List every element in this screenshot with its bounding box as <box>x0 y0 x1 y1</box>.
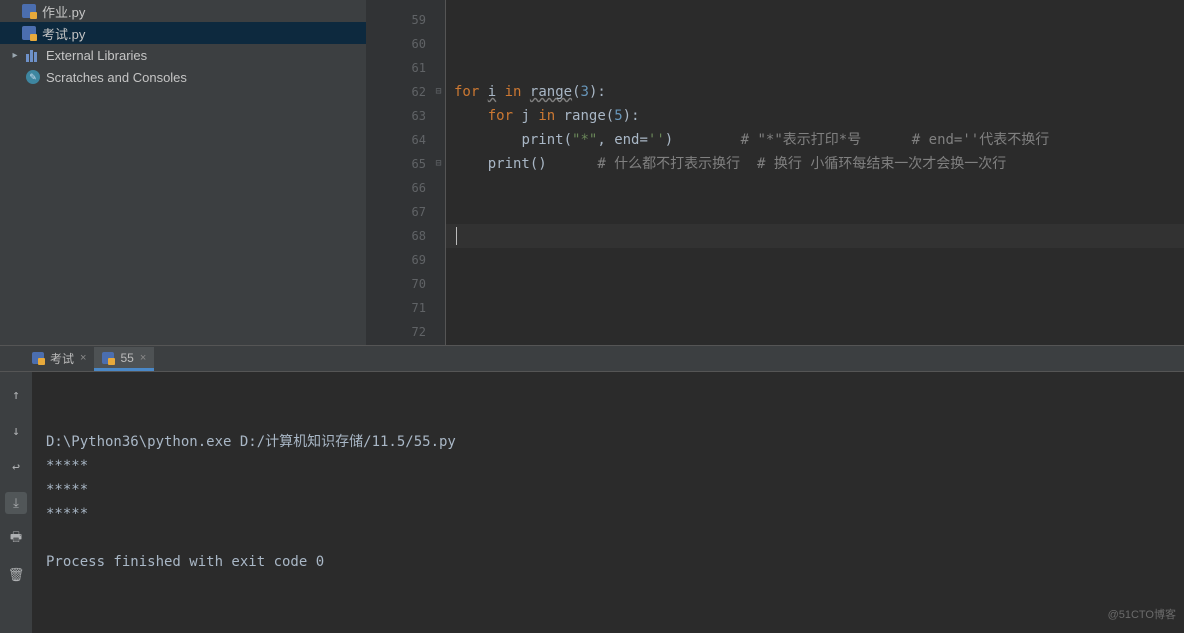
line-number: 66 <box>366 176 426 200</box>
code-line[interactable] <box>454 200 1184 224</box>
run-tab-0[interactable]: 考试 × <box>24 347 94 371</box>
line-number: 61 <box>366 56 426 80</box>
code-line[interactable] <box>454 32 1184 56</box>
python-file-icon <box>102 352 114 364</box>
code-line[interactable]: print() # 什么都不打表示换行 # 换行 小循环每结束一次才会换一次行 <box>454 152 1184 176</box>
arrow-down-icon[interactable]: ↓ <box>5 420 27 442</box>
run-tab-label: 考试 <box>50 350 74 367</box>
code-line[interactable] <box>454 248 1184 272</box>
libraries-icon <box>26 48 40 62</box>
console-line: ***** <box>46 502 1170 526</box>
console-line: ***** <box>46 478 1170 502</box>
tree-item-label: 考试.py <box>42 24 85 43</box>
line-number: 72 <box>366 320 426 344</box>
code-line[interactable] <box>454 272 1184 296</box>
print-icon[interactable]: 🖶 <box>5 528 27 550</box>
code-line[interactable] <box>454 8 1184 32</box>
watermark: @51CTO博客 <box>1108 603 1176 627</box>
code-line[interactable] <box>454 296 1184 320</box>
chevron-right-icon[interactable]: ▸ <box>10 50 20 61</box>
console-line: ***** <box>46 454 1170 478</box>
project-sidebar: 作业.py 考试.py ▸ External Libraries ✎ Scratches … <box>0 0 366 345</box>
run-tab-label: 55 <box>120 351 133 365</box>
tree-item-1[interactable]: 考试.py <box>0 22 366 44</box>
code-line[interactable]: for i in range(3): <box>454 80 1184 104</box>
python-file-icon <box>32 352 44 364</box>
line-number: 63 <box>366 104 426 128</box>
run-tab-bar: 考试 × 55 × <box>0 345 1184 372</box>
run-tab-1[interactable]: 55 × <box>94 347 154 371</box>
console-output[interactable]: D:\Python36\python.exe D:/计算机知识存储/11.5/5… <box>32 372 1184 633</box>
text-caret <box>456 227 457 245</box>
fold-close-icon[interactable]: ⊟ <box>432 152 445 176</box>
line-number: 71 <box>366 296 426 320</box>
arrow-up-icon[interactable]: ↑ <box>5 384 27 406</box>
line-number: 68 <box>366 224 426 248</box>
code-line[interactable] <box>454 320 1184 344</box>
code-line[interactable]: for j in range(5): <box>454 104 1184 128</box>
tree-item-label: 作业.py <box>42 2 85 21</box>
line-number: 64 <box>366 128 426 152</box>
python-file-icon <box>22 4 36 18</box>
line-number: 70 <box>366 272 426 296</box>
console-line: Process finished with exit code 0 <box>46 550 1170 574</box>
wrap-icon[interactable]: ↩ <box>5 456 27 478</box>
trash-icon[interactable]: 🗑 <box>5 564 27 586</box>
fold-column[interactable]: ⊟ ⊟ <box>432 0 446 345</box>
code-editor[interactable]: 5960616263646566676869707172 ⊟ ⊟ for i i… <box>366 0 1184 345</box>
fold-open-icon[interactable]: ⊟ <box>432 80 445 104</box>
line-number: 62 <box>366 80 426 104</box>
code-line[interactable] <box>454 176 1184 200</box>
close-icon[interactable]: × <box>140 352 146 364</box>
python-file-icon <box>22 26 36 40</box>
line-number: 65 <box>366 152 426 176</box>
tree-item-3[interactable]: ✎ Scratches and Consoles <box>0 66 366 88</box>
scroll-to-end-icon[interactable]: ⤓ <box>5 492 27 514</box>
close-icon[interactable]: × <box>80 352 86 364</box>
code-line[interactable] <box>454 56 1184 80</box>
line-number: 67 <box>366 200 426 224</box>
code-area[interactable]: for i in range(3): for j in range(5): pr… <box>446 0 1184 345</box>
console-line <box>46 526 1170 550</box>
scratches-icon: ✎ <box>26 70 40 84</box>
tree-item-2[interactable]: ▸ External Libraries <box>0 44 366 66</box>
tree-item-label: External Libraries <box>46 48 147 63</box>
line-number: 60 <box>366 32 426 56</box>
console-line: D:\Python36\python.exe D:/计算机知识存储/11.5/5… <box>46 430 1170 454</box>
line-gutter: 5960616263646566676869707172 <box>366 0 432 345</box>
line-number: 69 <box>366 248 426 272</box>
code-line[interactable] <box>454 224 1184 248</box>
line-number: 59 <box>366 8 426 32</box>
tree-item-label: Scratches and Consoles <box>46 70 187 85</box>
run-toolbar: ↑ ↓ ↩ ⤓ 🖶 🗑 <box>0 372 32 633</box>
tree-item-0[interactable]: 作业.py <box>0 0 366 22</box>
code-line[interactable]: print("*", end='') # "*"表示打印*号 # end=''代… <box>454 128 1184 152</box>
